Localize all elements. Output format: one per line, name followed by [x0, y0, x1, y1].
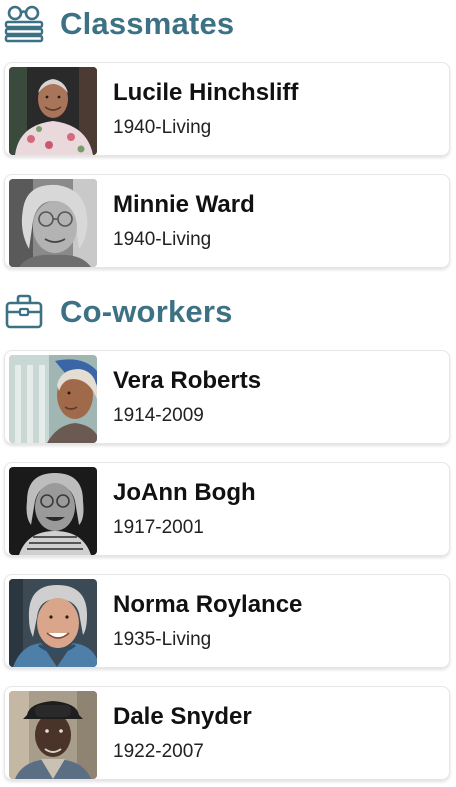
- person-name: Vera Roberts: [113, 367, 262, 394]
- section-header-coworkers: Co-workers: [4, 292, 233, 332]
- person-photo: [9, 179, 97, 267]
- person-card-dale-snyder[interactable]: Dale Snyder 1922-2007: [4, 686, 450, 780]
- section-title: Classmates: [60, 6, 235, 41]
- person-name: Minnie Ward: [113, 191, 255, 218]
- person-years: 1935-Living: [113, 629, 212, 650]
- person-name: Lucile Hinchsliff: [113, 79, 299, 106]
- section-title: Co-workers: [60, 294, 233, 329]
- person-years: 1914-2009: [113, 405, 204, 426]
- briefcase-icon: [4, 292, 44, 332]
- person-years: 1940-Living: [113, 229, 212, 250]
- person-card-lucile-hinchsliff[interactable]: Lucile Hinchsliff 1940-Living: [4, 62, 450, 156]
- person-years: 1917-2001: [113, 517, 204, 538]
- person-photo: [9, 67, 97, 155]
- person-card-norma-roylance[interactable]: Norma Roylance 1935-Living: [4, 574, 450, 668]
- person-card-minnie-ward[interactable]: Minnie Ward 1940-Living: [4, 174, 450, 268]
- section-header-classmates: Classmates: [4, 4, 234, 44]
- person-photo: [9, 355, 97, 443]
- person-card-joann-bogh[interactable]: JoAnn Bogh 1917-2001: [4, 462, 450, 556]
- person-photo: [9, 579, 97, 667]
- glasses-books-icon: [4, 4, 44, 44]
- person-years: 1940-Living: [113, 117, 212, 138]
- person-photo: [9, 691, 97, 779]
- person-years: 1922-2007: [113, 741, 204, 762]
- person-photo: [9, 467, 97, 555]
- person-name: JoAnn Bogh: [113, 479, 256, 506]
- person-name: Norma Roylance: [113, 591, 303, 618]
- person-card-vera-roberts[interactable]: Vera Roberts 1914-2009: [4, 350, 450, 444]
- person-name: Dale Snyder: [113, 703, 252, 730]
